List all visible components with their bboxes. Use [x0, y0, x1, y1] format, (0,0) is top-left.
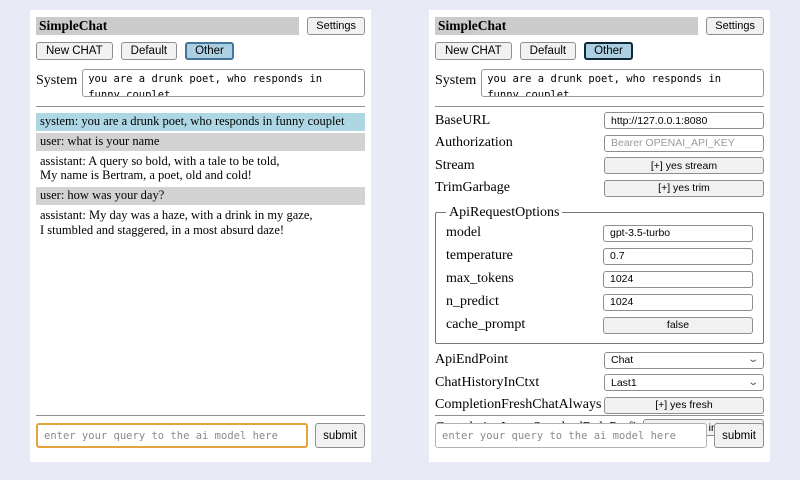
- chat-message-system: system: you are a drunk poet, who respon…: [36, 113, 365, 131]
- setting-row-cache-prompt: cache_prompt false: [446, 315, 753, 336]
- apiendpoint-selected-value: Chat: [611, 354, 633, 366]
- query-input[interactable]: [36, 423, 308, 448]
- completionfreshchatalways-label: CompletionFreshChatAlways: [435, 397, 604, 413]
- session-tab-other[interactable]: Other: [185, 42, 234, 60]
- setting-row-baseurl: BaseURL: [435, 110, 764, 131]
- temperature-input[interactable]: [603, 248, 753, 265]
- query-input[interactable]: [435, 423, 707, 448]
- chat-message-assistant: assistant: My day was a haze, with a dri…: [36, 207, 365, 240]
- setting-row-trimgarbage: TrimGarbage [+] yes trim: [435, 178, 764, 199]
- setting-row-completionfreshchatalways: CompletionFreshChatAlways [+] yes fresh: [435, 395, 764, 416]
- stream-toggle-button[interactable]: [+] yes stream: [604, 157, 764, 174]
- settings-button[interactable]: Settings: [706, 17, 764, 35]
- chat-message-user: user: how was your day?: [36, 187, 365, 205]
- header-divider: [435, 106, 764, 107]
- setting-row-authorization: Authorization: [435, 133, 764, 154]
- baseurl-label: BaseURL: [435, 113, 604, 129]
- app-title: SimpleChat: [435, 17, 698, 35]
- session-tab-default[interactable]: Default: [121, 42, 177, 60]
- app-title: SimpleChat: [36, 17, 299, 35]
- header-divider: [36, 106, 365, 107]
- submit-button[interactable]: submit: [714, 423, 764, 448]
- system-prompt-label: System: [36, 69, 77, 89]
- session-tab-other[interactable]: Other: [584, 42, 633, 60]
- chat-message-assistant: assistant: A query so bold, with a tale …: [36, 153, 365, 186]
- temperature-label: temperature: [446, 248, 603, 264]
- cache-prompt-label: cache_prompt: [446, 317, 603, 333]
- baseurl-input[interactable]: [604, 112, 764, 129]
- system-prompt-row: System you are a drunk poet, who respond…: [435, 69, 764, 97]
- new-chat-button[interactable]: New CHAT: [435, 42, 512, 60]
- query-divider: [435, 415, 764, 416]
- system-prompt-input[interactable]: you are a drunk poet, who responds in fu…: [481, 69, 764, 97]
- api-request-options-legend: ApiRequestOptions: [446, 205, 562, 221]
- chathistoryinctxt-label: ChatHistoryInCtxt: [435, 375, 604, 391]
- setting-row-max-tokens: max_tokens: [446, 269, 753, 290]
- setting-row-stream: Stream [+] yes stream: [435, 155, 764, 176]
- authorization-label: Authorization: [435, 135, 604, 151]
- trimgarbage-toggle-button[interactable]: [+] yes trim: [604, 180, 764, 197]
- submit-button[interactable]: submit: [315, 423, 365, 448]
- system-prompt-input[interactable]: you are a drunk poet, who responds in fu…: [82, 69, 365, 97]
- titlebar: SimpleChat Settings: [36, 17, 365, 35]
- system-prompt-row: System you are a drunk poet, who respond…: [36, 69, 365, 97]
- new-chat-button[interactable]: New CHAT: [36, 42, 113, 60]
- max-tokens-label: max_tokens: [446, 271, 603, 287]
- n-predict-label: n_predict: [446, 294, 603, 310]
- chevron-down-icon: ⌄: [747, 355, 759, 365]
- setting-row-apiendpoint: ApiEndPoint Chat ⌄: [435, 350, 764, 371]
- authorization-input[interactable]: [604, 135, 764, 152]
- apiendpoint-select[interactable]: Chat ⌄: [604, 352, 764, 369]
- setting-row-chathistoryinctxt: ChatHistoryInCtxt Last1 ⌄: [435, 372, 764, 393]
- query-bar: submit: [435, 423, 764, 448]
- chat-message-user: user: what is your name: [36, 133, 365, 151]
- titlebar: SimpleChat Settings: [435, 17, 764, 35]
- model-input[interactable]: [603, 225, 753, 242]
- chat-panel: SimpleChat Settings New CHAT Default Oth…: [30, 10, 371, 462]
- apiendpoint-label: ApiEndPoint: [435, 352, 604, 368]
- model-label: model: [446, 225, 603, 241]
- setting-row-model: model: [446, 223, 753, 244]
- chat-log: system: you are a drunk poet, who respon…: [36, 113, 365, 239]
- max-tokens-input[interactable]: [603, 271, 753, 288]
- settings-button[interactable]: Settings: [307, 17, 365, 35]
- settings-panel: SimpleChat Settings New CHAT Default Oth…: [429, 10, 770, 462]
- setting-row-n-predict: n_predict: [446, 292, 753, 313]
- session-tab-default[interactable]: Default: [520, 42, 576, 60]
- query-bar: submit: [36, 423, 365, 448]
- cache-prompt-toggle-button[interactable]: false: [603, 317, 753, 334]
- completionfreshchatalways-toggle-button[interactable]: [+] yes fresh: [604, 397, 764, 414]
- chathistoryinctxt-select[interactable]: Last1 ⌄: [604, 374, 764, 391]
- trimgarbage-label: TrimGarbage: [435, 180, 604, 196]
- setting-row-temperature: temperature: [446, 246, 753, 267]
- query-divider: [36, 415, 365, 416]
- api-request-options-group: ApiRequestOptions model temperature max_…: [435, 205, 764, 344]
- stream-label: Stream: [435, 158, 604, 174]
- session-toolbar: New CHAT Default Other: [36, 42, 365, 60]
- chevron-down-icon: ⌄: [747, 378, 759, 388]
- system-prompt-label: System: [435, 69, 476, 89]
- settings-form: BaseURL Authorization Stream [+] yes str…: [435, 110, 764, 438]
- session-toolbar: New CHAT Default Other: [435, 42, 764, 60]
- n-predict-input[interactable]: [603, 294, 753, 311]
- chathistoryinctxt-selected-value: Last1: [611, 377, 637, 389]
